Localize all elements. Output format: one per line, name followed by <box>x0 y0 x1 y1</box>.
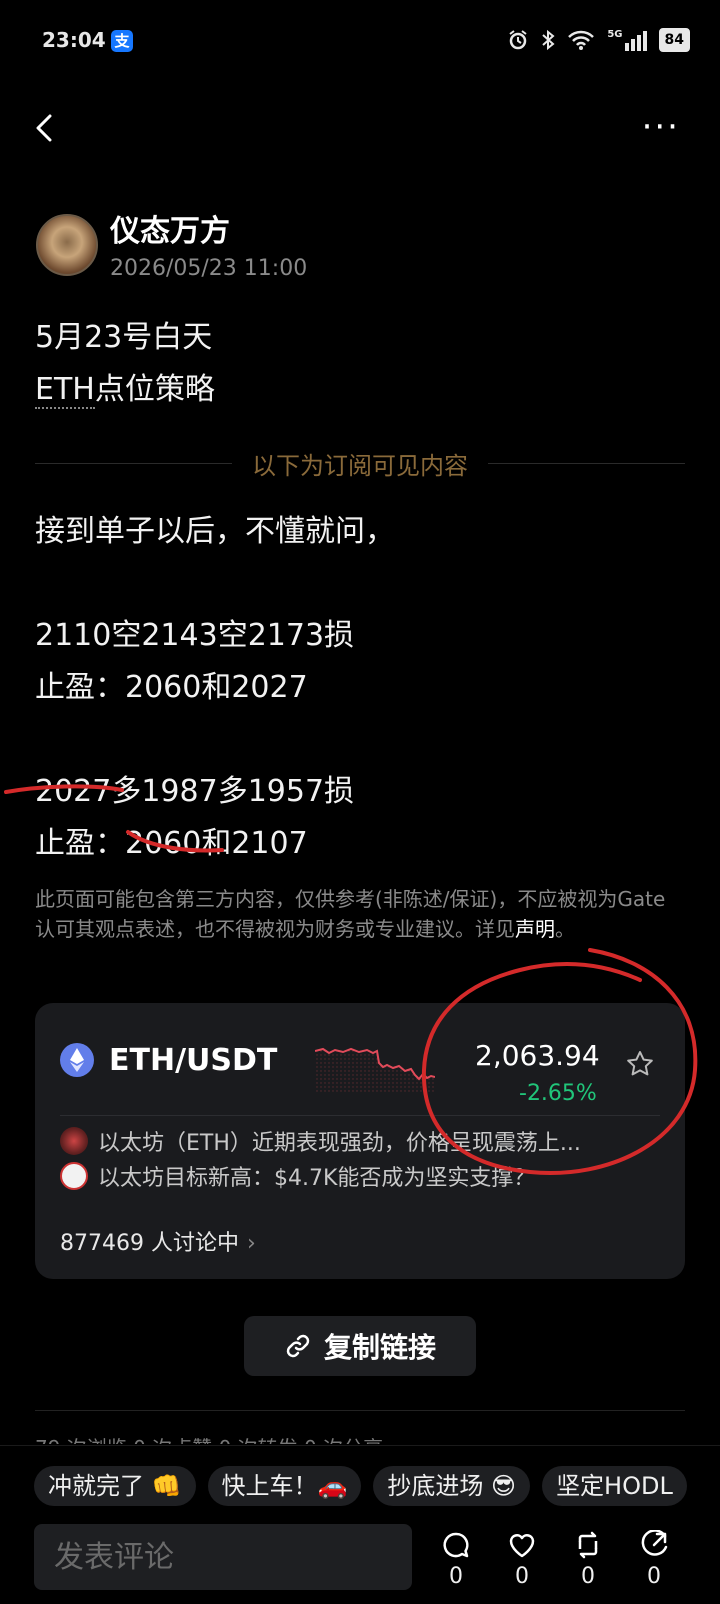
post-title-line2: ETH点位策略 <box>35 364 215 416</box>
alipay-icon: 支 <box>111 30 133 52</box>
comment-button[interactable]: 0 <box>434 1530 478 1589</box>
status-bar: 23:04 支 5G 84 <box>0 22 720 62</box>
share-count: 0 <box>647 1564 661 1589</box>
eth-tag-link[interactable]: ETH <box>35 372 95 409</box>
quick-reply-chips: 冲就完了 👊 快上车！🚗 抄底进场 😎 坚定HODL <box>34 1466 720 1508</box>
news-avatar <box>60 1162 88 1190</box>
more-options-button[interactable]: ··· <box>642 110 680 144</box>
status-indicators: 5G 84 <box>507 28 690 52</box>
author-avatar[interactable] <box>36 214 98 276</box>
chevron-left-icon <box>36 114 52 142</box>
alarm-icon <box>509 30 527 50</box>
comment-input[interactable] <box>34 1524 412 1590</box>
repost-count: 0 <box>581 1564 595 1589</box>
post-title-line1: 5月23号白天 <box>35 320 213 355</box>
wifi-icon <box>568 30 595 50</box>
discussion-count-link[interactable]: 877469 人讨论中 › <box>60 1225 256 1257</box>
repost-icon <box>578 1531 598 1559</box>
red-circle-annotation <box>421 948 698 1175</box>
divider-line-right <box>488 462 685 464</box>
bottom-comment-bar: 冲就完了 👊 快上车！🚗 抄底进场 😎 坚定HODL 0 0 0 0 <box>0 1445 720 1604</box>
back-button[interactable] <box>30 108 60 148</box>
subscriber-divider: 以下为订阅可见内容 <box>35 445 685 481</box>
network-type: 5G <box>607 29 623 40</box>
like-count: 0 <box>515 1564 529 1589</box>
share-icon <box>641 1530 668 1556</box>
divider-line-left <box>35 462 232 464</box>
disclaimer-link[interactable]: 声明 <box>515 917 555 941</box>
quick-reply-chip[interactable]: 抄底进场 😎 <box>373 1466 531 1506</box>
post-detail-page: 23:04 支 5G 84 ··· 仪态万方 2026/05/23 11:00 … <box>0 0 720 1604</box>
copy-link-label: 复制链接 <box>323 1331 436 1364</box>
repost-button[interactable]: 0 <box>566 1530 610 1589</box>
battery-icon: 84 <box>658 28 690 52</box>
author-name[interactable]: 仪态万方 <box>110 206 230 250</box>
comment-icon <box>443 1532 469 1558</box>
chevron-right-icon: › <box>246 1231 256 1256</box>
red-underline-annotation <box>4 784 224 853</box>
disclaimer-end: 。 <box>555 917 575 941</box>
heart-icon <box>509 1534 535 1558</box>
post-stats: 79 次浏览 0 次点赞 0 次转发 0 次分享 <box>35 1432 383 1444</box>
quick-reply-chip[interactable]: 快上车！🚗 <box>207 1466 362 1506</box>
quick-reply-chip[interactable]: 冲就完了 👊 <box>34 1466 196 1506</box>
stats-divider <box>35 1410 685 1411</box>
quick-reply-chip[interactable]: 坚定HODL <box>542 1466 687 1506</box>
discussion-count: 877469 人讨论中 <box>60 1231 239 1256</box>
link-icon <box>286 1334 310 1358</box>
news-avatar <box>60 1127 88 1155</box>
like-button[interactable]: 0 <box>500 1530 544 1589</box>
subscriber-divider-text: 以下为订阅可见内容 <box>252 451 468 480</box>
ethereum-icon <box>60 1043 94 1077</box>
copy-link-button[interactable]: 复制链接 <box>244 1316 476 1376</box>
comment-count: 0 <box>449 1564 463 1589</box>
post-timestamp: 2026/05/23 11:00 <box>110 256 308 281</box>
signal-icon: 5G <box>607 29 647 51</box>
post-title: 5月23号白天 ETH点位策略 <box>35 312 215 416</box>
disclaimer: 此页面可能包含第三方内容，仅供参考(非陈述/保证)，不应被视为Gate认可其观点… <box>35 884 685 944</box>
post-title-line2-rest: 点位策略 <box>94 372 215 407</box>
pair-name: ETH/USDT <box>109 1043 278 1078</box>
status-time: 23:04 <box>42 28 106 52</box>
share-button[interactable]: 0 <box>632 1530 676 1589</box>
bluetooth-icon <box>542 29 555 51</box>
